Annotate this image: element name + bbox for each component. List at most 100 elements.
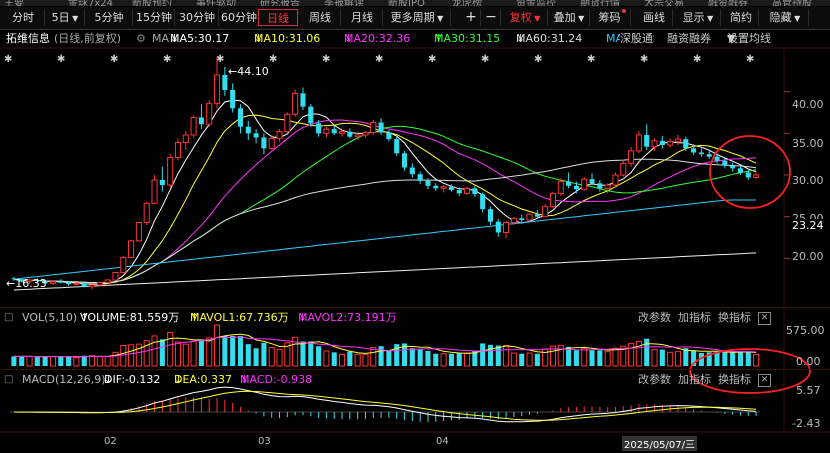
volume-bar — [651, 349, 658, 367]
candle-body — [487, 209, 494, 222]
volume-bar — [510, 352, 517, 367]
candle-body — [268, 137, 275, 149]
candle-body — [566, 181, 572, 186]
candle-body — [425, 180, 431, 186]
volume-bar — [674, 351, 682, 367]
volume-bar — [354, 353, 361, 367]
volume-bar — [128, 344, 135, 367]
event-star-icon: ✱ — [375, 54, 383, 65]
event-star-icon: ✱ — [428, 54, 436, 65]
volume-bar — [261, 342, 267, 366]
candle-body — [480, 194, 486, 210]
vol-close-icon[interactable]: ✕ — [758, 312, 771, 325]
candle-body — [88, 284, 96, 288]
candle-body — [433, 185, 439, 189]
volume-bar — [581, 347, 588, 367]
volume-bar — [81, 355, 87, 366]
candle-body — [331, 129, 337, 134]
candle-body — [573, 185, 579, 190]
volume-bar — [753, 353, 760, 367]
candle-body — [222, 75, 228, 90]
candle-body — [651, 140, 658, 148]
candle-body — [510, 217, 517, 223]
vol-value: VOLUME:81.559万 ↑ — [80, 311, 180, 324]
volume-bar — [448, 353, 454, 366]
volume-bar — [300, 341, 306, 366]
candle-body — [245, 126, 251, 134]
volume-bar — [370, 347, 377, 367]
candle-body — [276, 131, 283, 139]
candle-body — [714, 156, 720, 161]
volume-bar — [722, 351, 728, 366]
candle-body — [362, 132, 369, 136]
volume-bar — [659, 349, 665, 366]
candle-body — [557, 181, 564, 194]
candle-body — [300, 93, 306, 107]
annotation-circle — [709, 135, 791, 209]
panel-divider — [0, 369, 830, 370]
volume-bar — [683, 348, 689, 366]
candle-body — [174, 142, 182, 158]
candle-body — [612, 174, 619, 186]
candle-body — [417, 174, 423, 181]
candle-body — [456, 190, 462, 194]
volume-bar — [26, 355, 33, 367]
dif-value: DIF:-0.132 ↓ — [104, 373, 161, 386]
candle-body — [120, 257, 127, 273]
event-star-icon: ✱ — [110, 54, 118, 65]
candle-body — [581, 178, 588, 190]
volume-bar — [151, 335, 158, 367]
mavol1-value: MAVOL1:67.736万 ↑ — [190, 311, 289, 324]
volume-bar — [589, 350, 595, 366]
vol-switch-indicator[interactable]: 换指标 — [718, 310, 751, 326]
candle-body — [386, 132, 392, 140]
volume-bar — [104, 355, 111, 367]
volume-bar — [190, 340, 197, 367]
mavol2-value: MAVOL2:73.191万 ↓ — [298, 311, 397, 324]
volume-bar — [644, 338, 650, 366]
event-star-icon: ✱ — [269, 54, 277, 65]
candle-body — [394, 139, 400, 154]
volume-bar — [425, 350, 431, 366]
price-label-35: 35.00 — [792, 137, 824, 150]
candle-body — [73, 282, 80, 285]
candle-body — [66, 282, 72, 285]
volume-bar — [628, 342, 635, 367]
macd-add-indicator[interactable]: 加指标 — [678, 372, 711, 388]
vol-edit-params[interactable]: 改参数 — [638, 310, 671, 326]
volume-bar — [573, 350, 579, 366]
macd-close-icon[interactable]: ✕ — [758, 374, 771, 387]
cursor-date-label: 2025/05/07/三 — [622, 436, 698, 451]
candle-body — [519, 218, 525, 220]
volume-bar — [316, 346, 322, 366]
x-label-mar: 03 — [258, 436, 271, 447]
volume-bar — [276, 349, 283, 367]
panel-lock-icon[interactable]: □ — [4, 310, 13, 326]
candle-body — [112, 272, 119, 281]
price-label-40: 40.00 — [792, 98, 824, 111]
volume-bar — [378, 346, 384, 366]
volume-bar — [268, 347, 275, 367]
volume-bar — [597, 350, 603, 366]
vol-add-indicator[interactable]: 加指标 — [678, 310, 711, 326]
candle-body — [409, 167, 415, 175]
candle-body — [198, 117, 204, 125]
candle-body — [261, 137, 267, 149]
vol-value-text: VOLUME:81.559万 — [80, 311, 180, 324]
price-label-30: 30.00 — [792, 174, 824, 187]
candle-body — [292, 92, 299, 115]
candle-body — [378, 122, 384, 133]
volume-bar — [519, 353, 525, 366]
volume-bar — [253, 348, 259, 366]
candle-body — [58, 281, 64, 283]
high-marker-value: 44.10 — [237, 65, 269, 78]
volume-bar — [206, 337, 213, 367]
volume-bar — [362, 353, 369, 367]
macd-switch-indicator[interactable]: 换指标 — [718, 372, 751, 388]
macd-edit-params[interactable]: 改参数 — [638, 372, 671, 388]
candle-body — [323, 128, 330, 134]
candle-body — [698, 152, 704, 155]
panel-lock-icon[interactable]: □ — [4, 372, 13, 388]
event-star-icon: ✱ — [587, 54, 595, 65]
candle-body — [135, 222, 142, 242]
